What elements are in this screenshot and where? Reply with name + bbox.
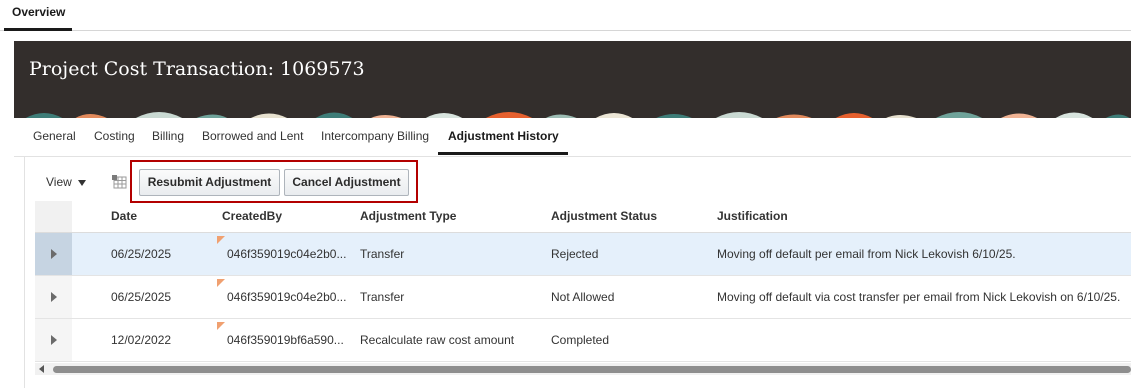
page-banner: Project Cost Transaction: 1069573 (14, 41, 1131, 118)
table-row[interactable]: 06/25/2025 046f359019c04e2b0... Transfer… (35, 276, 1131, 319)
column-header-date[interactable]: Date (111, 209, 137, 223)
tab-billing[interactable]: Billing (152, 129, 184, 143)
cell-date: 12/02/2022 (111, 333, 172, 347)
row-expand-icon[interactable] (51, 292, 57, 302)
row-gutter (35, 233, 72, 275)
active-tab-underline (4, 28, 72, 31)
horizontal-scrollbar[interactable] (35, 363, 1131, 375)
page-title: Project Cost Transaction: 1069573 (29, 58, 365, 80)
resubmit-adjustment-button[interactable]: Resubmit Adjustment (139, 169, 280, 196)
column-header-adjustment-type[interactable]: Adjustment Type (360, 209, 456, 223)
scroll-left-icon[interactable] (39, 365, 44, 373)
cell-date: 06/25/2025 (111, 290, 172, 304)
cell-flag-icon (217, 236, 225, 244)
cell-justification: Moving off default via cost transfer per… (717, 290, 1121, 304)
row-gutter (35, 276, 72, 318)
cell-adjustment-type: Transfer (360, 290, 405, 304)
top-tab-bar: Overview (0, 0, 1131, 31)
tab-adjustment-history[interactable]: Adjustment History (448, 129, 559, 143)
active-subtab-underline (438, 152, 568, 155)
cell-adjustment-type: Transfer (360, 247, 405, 261)
row-expand-icon[interactable] (51, 249, 57, 259)
table-settings-icon[interactable] (112, 175, 128, 191)
tab-intercompany-billing[interactable]: Intercompany Billing (321, 129, 429, 143)
column-header-created-by[interactable]: CreatedBy (222, 209, 282, 223)
adjustment-history-table: Date CreatedBy Adjustment Type Adjustmen… (35, 201, 1131, 363)
view-menu-label: View (46, 175, 72, 189)
banner-decoration (14, 105, 1131, 118)
cell-flag-icon (217, 322, 225, 330)
table-header: Date CreatedBy Adjustment Type Adjustmen… (35, 201, 1131, 233)
cell-adjustment-type: Recalculate raw cost amount (360, 333, 515, 347)
header-gutter (35, 201, 72, 232)
row-expand-icon[interactable] (51, 335, 57, 345)
view-menu[interactable]: View (46, 175, 86, 189)
tab-borrowed-and-lent[interactable]: Borrowed and Lent (202, 129, 303, 143)
tab-costing[interactable]: Costing (94, 129, 135, 143)
cell-date: 06/25/2025 (111, 247, 172, 261)
cell-created-by: 046f359019c04e2b0... (227, 290, 347, 304)
cancel-adjustment-button[interactable]: Cancel Adjustment (284, 169, 409, 196)
cell-justification: Moving off default per email from Nick L… (717, 247, 1016, 261)
cell-created-by: 046f359019c04e2b0... (227, 247, 347, 261)
table-row[interactable]: 12/02/2022 046f359019bf6a590... Recalcul… (35, 319, 1131, 362)
column-header-justification[interactable]: Justification (717, 209, 788, 223)
detail-tab-bar: General Costing Billing Borrowed and Len… (14, 124, 1131, 157)
tab-overview[interactable]: Overview (0, 0, 72, 31)
cell-adjustment-status: Not Allowed (551, 290, 615, 304)
cell-created-by: 046f359019bf6a590... (227, 333, 344, 347)
column-header-adjustment-status[interactable]: Adjustment Status (551, 209, 657, 223)
table-row[interactable]: 06/25/2025 046f359019c04e2b0... Transfer… (35, 233, 1131, 276)
scrollbar-thumb[interactable] (53, 366, 1131, 373)
cell-adjustment-status: Rejected (551, 247, 599, 261)
tab-general[interactable]: General (33, 129, 76, 143)
tab-overview-label: Overview (12, 5, 66, 19)
cell-flag-icon (217, 279, 225, 287)
row-gutter (35, 319, 72, 361)
chevron-down-icon (77, 179, 86, 186)
cell-adjustment-status: Completed (551, 333, 610, 347)
